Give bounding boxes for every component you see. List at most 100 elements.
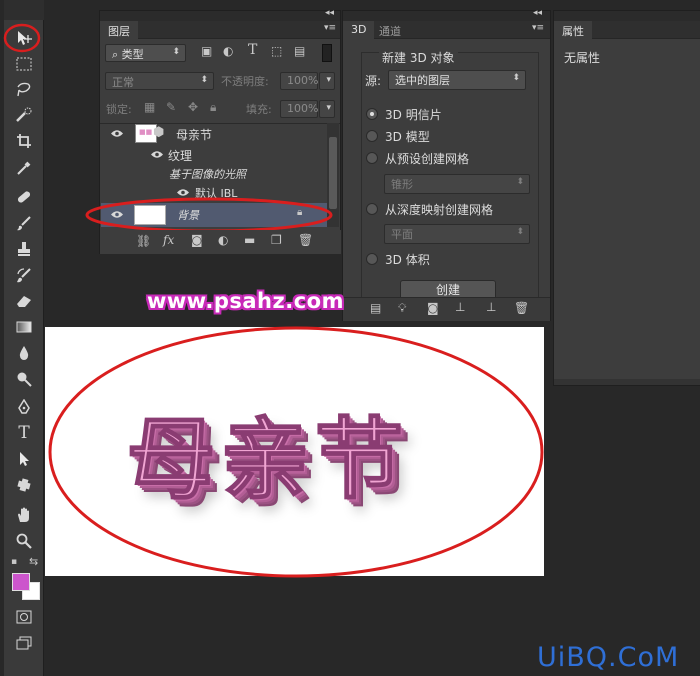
hand-icon[interactable] — [12, 504, 36, 526]
tab-properties[interactable]: 属性 — [554, 21, 592, 40]
option-mesh-from-preset[interactable]: 从预设创建网格 — [385, 150, 469, 167]
option-mesh-from-depth[interactable]: 从深度映射创建网格 — [385, 201, 493, 218]
eye-icon[interactable] — [110, 129, 124, 138]
filter-smart-object-icon[interactable]: ▤ — [294, 44, 305, 58]
trash-icon[interactable]: 🗑︎ — [298, 233, 313, 247]
tab-channels[interactable]: 通道 — [371, 21, 409, 40]
layer-row[interactable]: 纹理 — [101, 144, 327, 166]
light-bulb-icon[interactable]: 💡︎ — [398, 301, 406, 316]
blur-icon[interactable] — [12, 342, 36, 364]
brand-watermark: UiBQ.CoM — [537, 642, 680, 673]
eraser-icon[interactable] — [12, 290, 36, 312]
blend-mode-value: 正常 — [112, 76, 134, 89]
filter-shape-icon[interactable]: ⬚ — [271, 44, 282, 58]
option-3d-volume[interactable]: 3D 体积 — [385, 251, 430, 268]
lasso-icon[interactable] — [12, 78, 36, 100]
opacity-arrow[interactable]: ▾ — [319, 72, 335, 90]
filter-toggle[interactable] — [322, 44, 332, 62]
filter-pixel-icon[interactable]: ▣ — [201, 44, 212, 58]
properties-footer — [554, 379, 700, 385]
stamp-icon[interactable] — [12, 238, 36, 260]
collapse-icon[interactable]: ◂◂ — [325, 8, 334, 18]
source-dropdown[interactable]: 选中的图层 ⬍ — [388, 70, 526, 90]
option-3d-model[interactable]: 3D 模型 — [385, 128, 430, 145]
scene-icon[interactable]: ▤ — [370, 301, 381, 315]
tab-3d[interactable]: 3D — [343, 21, 375, 40]
crop-icon[interactable] — [12, 130, 36, 152]
background-layer-highlight-ellipse — [85, 197, 333, 233]
fill-input[interactable]: 100% — [280, 100, 318, 118]
preset-shape-dropdown[interactable]: 锥形 ⬍ — [384, 174, 530, 194]
history-brush-icon[interactable] — [12, 264, 36, 286]
layer-name: 纹理 — [168, 149, 193, 163]
radio-mesh-from-depth[interactable] — [366, 203, 378, 215]
layers-bottom-bar: ⛓ fx ◙ ◐ ▬ ❐ 🗑︎ — [100, 230, 341, 254]
collapse-icon[interactable]: ◂◂ — [533, 8, 542, 18]
preset-shape-value: 锥形 — [391, 178, 413, 191]
tab-layers[interactable]: 图层 — [100, 21, 138, 40]
render-icon[interactable]: ◙ — [427, 301, 439, 315]
trash-icon[interactable]: 🗑︎ — [514, 301, 529, 315]
site-watermark: www.psahz.com — [147, 289, 344, 313]
lock-transparent-icon[interactable]: ▦ — [144, 100, 155, 114]
healing-icon[interactable] — [12, 186, 36, 208]
ground-plane-icon[interactable]: ⊥ — [455, 300, 465, 314]
thumbnail-content: ■■ — [139, 128, 153, 136]
option-3d-postcard[interactable]: 3D 明信片 — [385, 106, 442, 123]
marquee-icon[interactable] — [12, 53, 36, 75]
properties-panel-header — [554, 11, 700, 21]
pen-icon[interactable] — [12, 396, 36, 418]
3d-panel-header: ◂◂ — [343, 8, 550, 21]
default-colors-icon[interactable]: ▪ — [11, 557, 17, 567]
depth-shape-dropdown[interactable]: 平面 ⬍ — [384, 224, 530, 244]
foreground-color-swatch[interactable] — [12, 573, 30, 591]
gradient-icon[interactable] — [12, 316, 36, 338]
lock-position-icon[interactable]: ✥ — [188, 100, 198, 114]
tools-panel: T ▪ ⇆ — [4, 0, 44, 676]
group-icon[interactable]: ▬ — [244, 233, 255, 247]
blend-mode-dropdown[interactable]: 正常 ⬍ — [105, 72, 214, 90]
3d-panel: ◂◂ 3D 通道 ▾≡ 新建 3D 对象 源: 选中的图层 ⬍ 3D 明信片 3D… — [342, 8, 551, 321]
canvas-highlight-ellipse — [48, 326, 544, 578]
radio-3d-postcard[interactable] — [366, 108, 378, 120]
brush-icon[interactable] — [12, 212, 36, 234]
eyedropper-icon[interactable] — [12, 157, 36, 179]
radio-3d-model[interactable] — [366, 130, 378, 142]
panel-menu-icon[interactable]: ▾≡ — [532, 23, 544, 33]
filter-type-icon[interactable]: T — [248, 42, 257, 58]
layer-row[interactable]: ■■ ⬢ 母亲节 — [101, 123, 327, 145]
lock-pixels-icon[interactable]: ✎ — [166, 100, 176, 114]
add-mask-icon[interactable]: ◙ — [191, 233, 203, 247]
eye-icon[interactable] — [150, 150, 164, 159]
link-layers-icon[interactable]: ⛓ — [136, 234, 151, 248]
adjustment-layer-icon[interactable]: ◐ — [218, 233, 228, 247]
no-properties-text: 无属性 — [564, 51, 601, 65]
swap-colors-icon[interactable]: ⇆ — [29, 555, 38, 568]
opacity-input[interactable]: 100% — [280, 72, 318, 90]
panel-menu-icon[interactable]: ▾≡ — [324, 23, 336, 33]
filter-adjustment-icon[interactable]: ◐ — [223, 44, 233, 58]
dodge-icon[interactable] — [12, 368, 36, 390]
lock-label: 锁定: — [106, 103, 132, 116]
new-layer-icon[interactable]: ❐ — [271, 233, 282, 247]
depth-shape-value: 平面 — [391, 228, 413, 241]
path-select-icon[interactable] — [12, 448, 36, 470]
type-icon[interactable]: T — [12, 422, 36, 444]
quick-mask-icon[interactable] — [12, 606, 36, 628]
new-3d-object-title: 新建 3D 对象 — [379, 49, 458, 66]
radio-mesh-from-preset[interactable] — [366, 152, 378, 164]
zoom-icon[interactable] — [12, 530, 36, 552]
shape-icon[interactable] — [12, 474, 36, 496]
properties-panel: 属性 无属性 — [553, 10, 700, 386]
search-icon: ⌕ — [112, 48, 122, 61]
fx-icon[interactable]: fx — [163, 233, 174, 247]
screen-mode-icon[interactable] — [12, 632, 36, 654]
lock-all-icon[interactable]: 🔒︎ — [210, 100, 216, 115]
light-add-icon[interactable]: ⊥ — [486, 300, 496, 314]
radio-3d-volume[interactable] — [366, 253, 378, 265]
quick-select-icon[interactable] — [12, 104, 36, 126]
filter-kind-dropdown[interactable]: ⌕ 类型 ⬍ — [105, 44, 186, 62]
source-label: 源: — [365, 74, 382, 88]
fill-arrow[interactable]: ▾ — [319, 100, 335, 118]
move-tool-highlight-circle — [3, 23, 41, 53]
